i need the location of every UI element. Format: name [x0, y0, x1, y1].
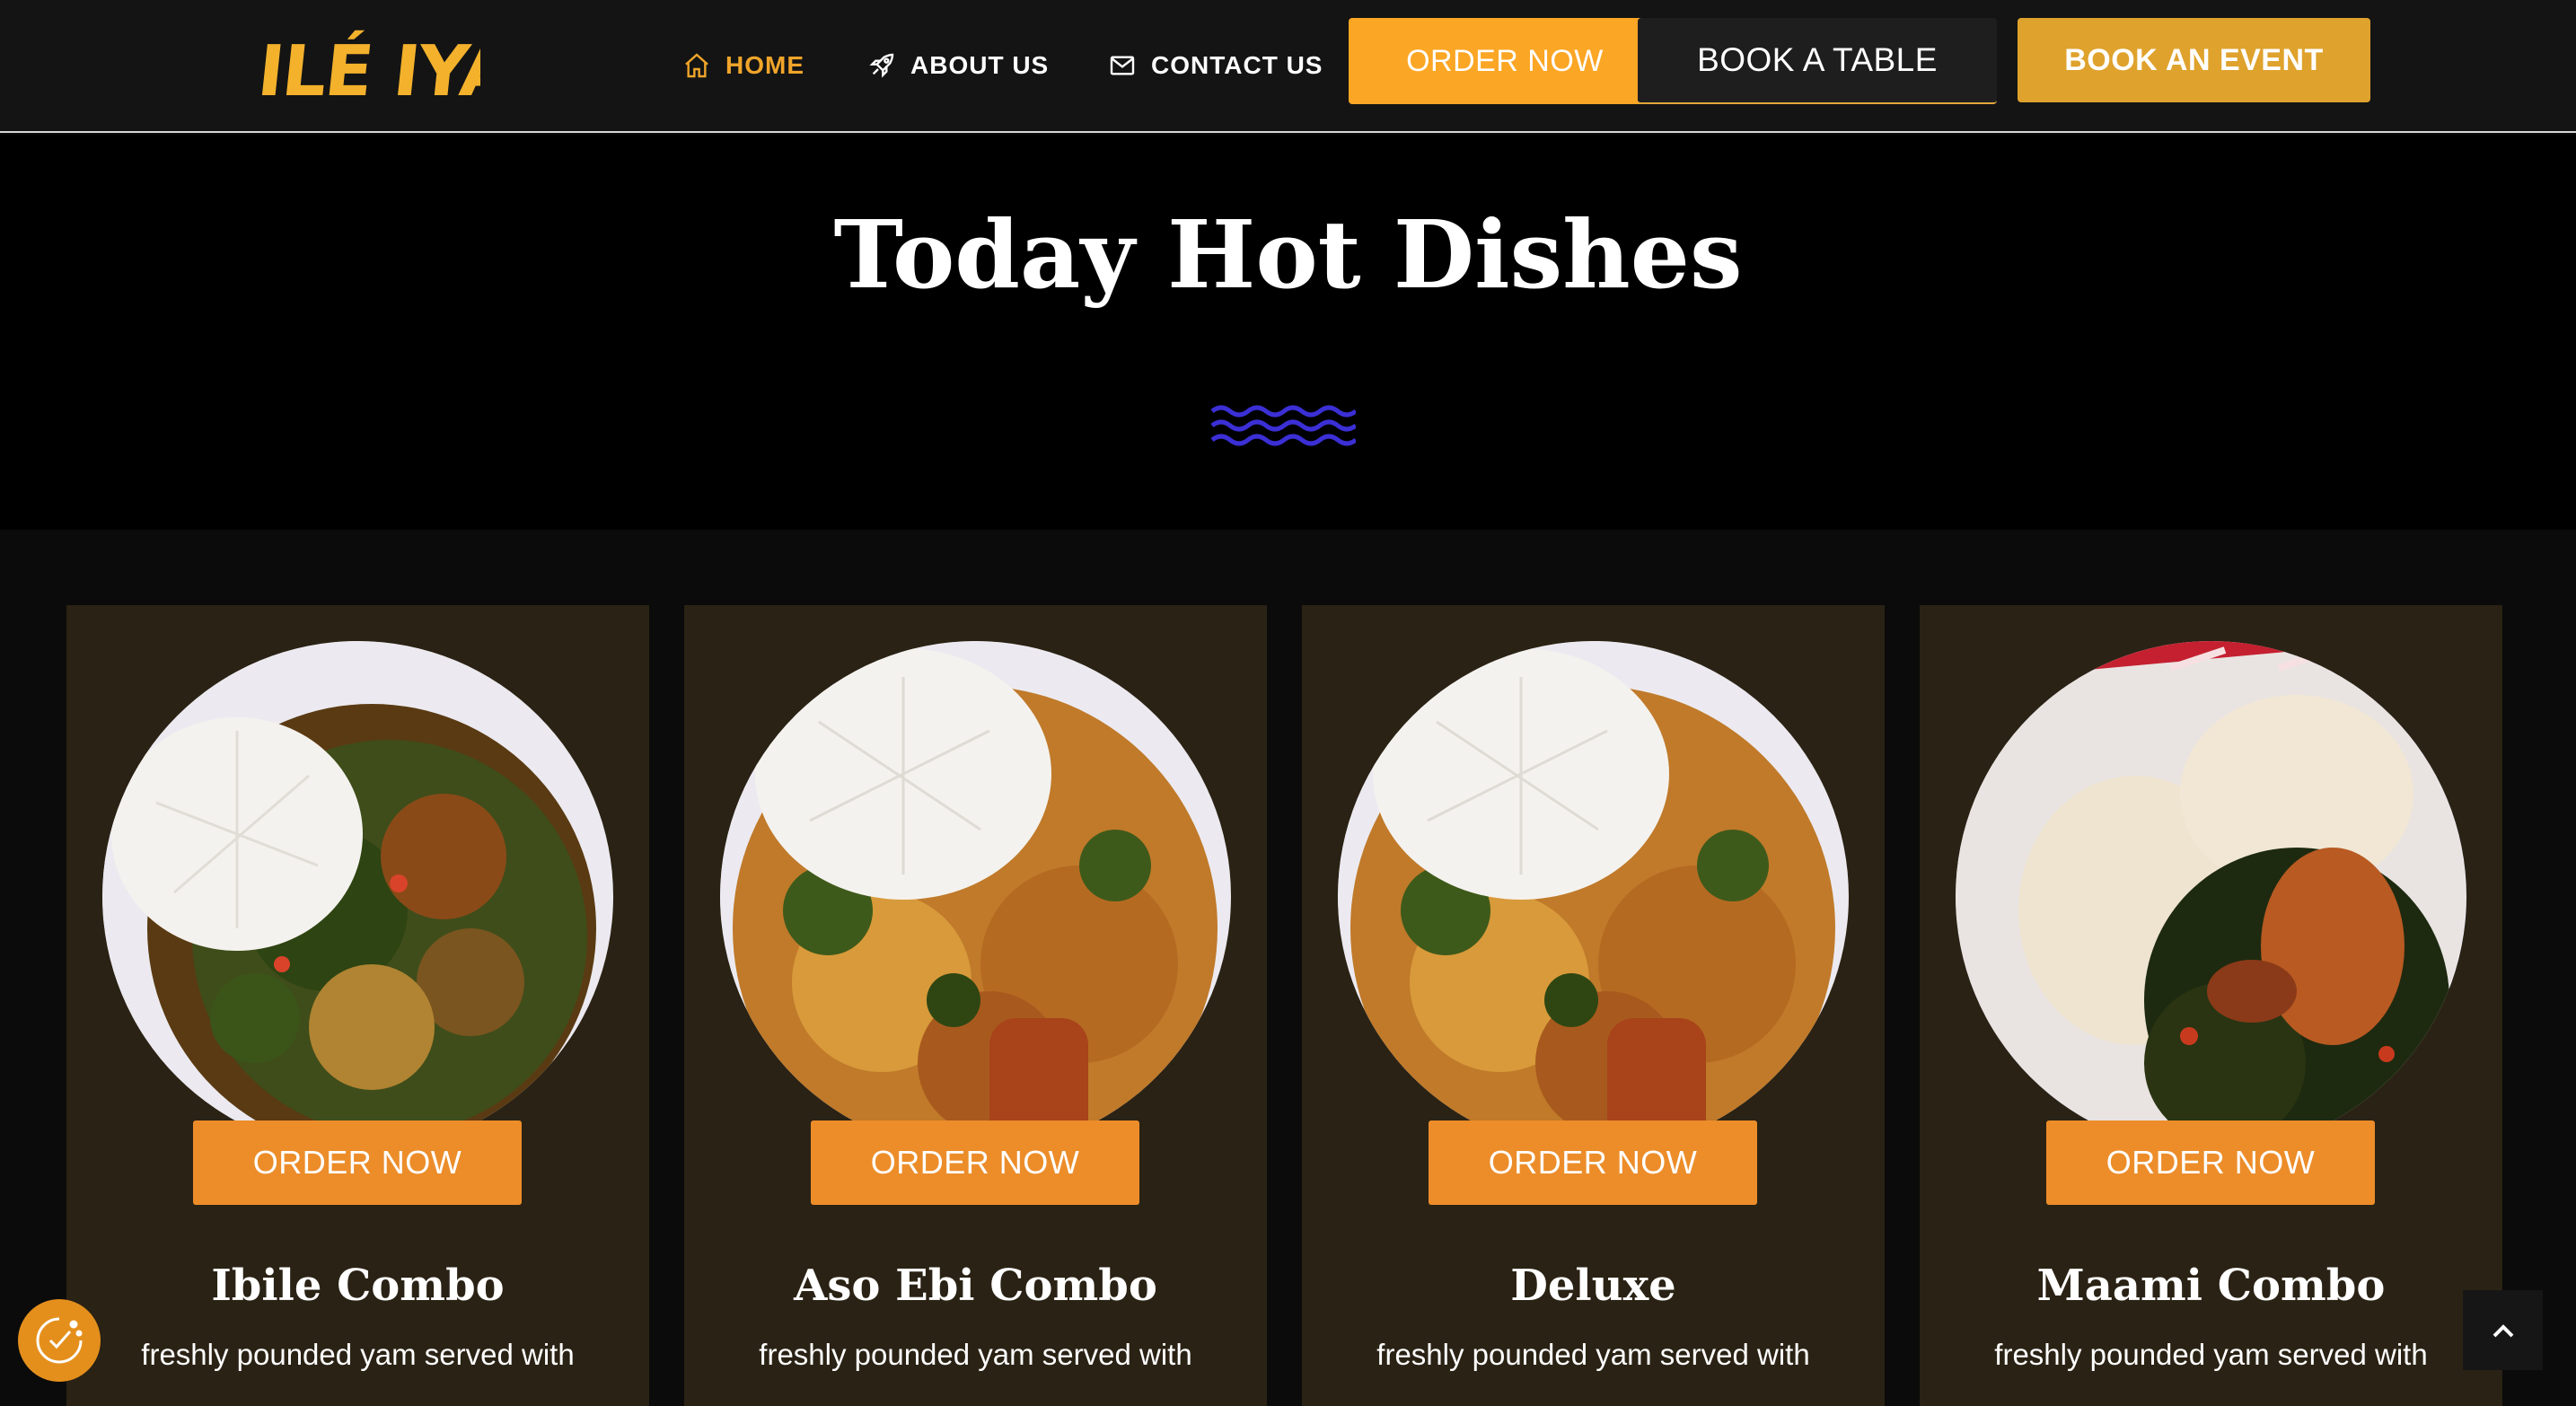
cookie-consent-button[interactable]: [18, 1299, 101, 1382]
rocket-icon: [869, 53, 894, 78]
book-a-table-button[interactable]: BOOK A TABLE: [1638, 18, 1997, 104]
envelope-icon: [1110, 56, 1135, 75]
logo-text: ILÉ IYÁN: [260, 30, 480, 112]
dish-order-button[interactable]: ORDER NOW: [1429, 1120, 1757, 1205]
scroll-to-top-button[interactable]: [2463, 1290, 2543, 1370]
dish-name: Maami Combo: [2036, 1261, 2386, 1311]
cookie-consent-icon: [36, 1317, 83, 1364]
home-icon: [685, 53, 708, 78]
nav-contact-us-label: CONTACT US: [1151, 51, 1323, 79]
dish-image[interactable]: [1338, 641, 1849, 1150]
nav-home[interactable]: HOME: [682, 43, 804, 88]
dish-description: freshly pounded yam served with: [141, 1338, 575, 1371]
dish-card-maami-combo: ORDER NOW Maami Combo freshly pounded ya…: [1920, 605, 2502, 1406]
chevron-up-icon: [2492, 1323, 2513, 1337]
hero-section: Today Hot Dishes: [0, 135, 2576, 530]
dish-order-button[interactable]: ORDER NOW: [2046, 1120, 2375, 1205]
site-header: ILÉ IYÁN HOME ABOUT US CONTACT US ORDER …: [0, 0, 2576, 133]
book-an-event-button[interactable]: BOOK AN EVENT: [2018, 18, 2370, 102]
dish-image[interactable]: [1956, 641, 2466, 1150]
order-now-button[interactable]: ORDER NOW: [1349, 18, 1661, 104]
nav-about-us[interactable]: ABOUT US: [867, 43, 1049, 88]
dish-name: Aso Ebi Combo: [794, 1261, 1157, 1311]
nav-about-us-label: ABOUT US: [910, 51, 1050, 79]
logo[interactable]: ILÉ IYÁN: [254, 16, 574, 115]
dish-card-aso-ebi-combo: ORDER NOW Aso Ebi Combo freshly pounded …: [684, 605, 1267, 1406]
dishes-grid: ORDER NOW Ibile Combo freshly pounded ya…: [0, 530, 2576, 1406]
page-title: Today Hot Dishes: [833, 199, 1743, 310]
dish-name: Deluxe: [1510, 1261, 1676, 1311]
nav-contact-us[interactable]: CONTACT US: [1108, 43, 1323, 88]
dish-name: Ibile Combo: [211, 1261, 505, 1311]
dish-description: freshly pounded yam served with: [1376, 1338, 1810, 1371]
dish-card-ibile-combo: ORDER NOW Ibile Combo freshly pounded ya…: [66, 605, 649, 1406]
dish-order-button[interactable]: ORDER NOW: [193, 1120, 522, 1205]
dish-order-button[interactable]: ORDER NOW: [811, 1120, 1139, 1205]
nav-home-label: HOME: [725, 51, 804, 79]
dish-description: freshly pounded yam served with: [759, 1338, 1192, 1371]
dish-card-deluxe: ORDER NOW Deluxe freshly pounded yam ser…: [1302, 605, 1885, 1406]
wave-divider-icon: [1210, 405, 1356, 446]
dish-image[interactable]: [720, 641, 1231, 1150]
dish-description: freshly pounded yam served with: [1994, 1338, 2428, 1371]
dish-image[interactable]: [102, 641, 613, 1150]
